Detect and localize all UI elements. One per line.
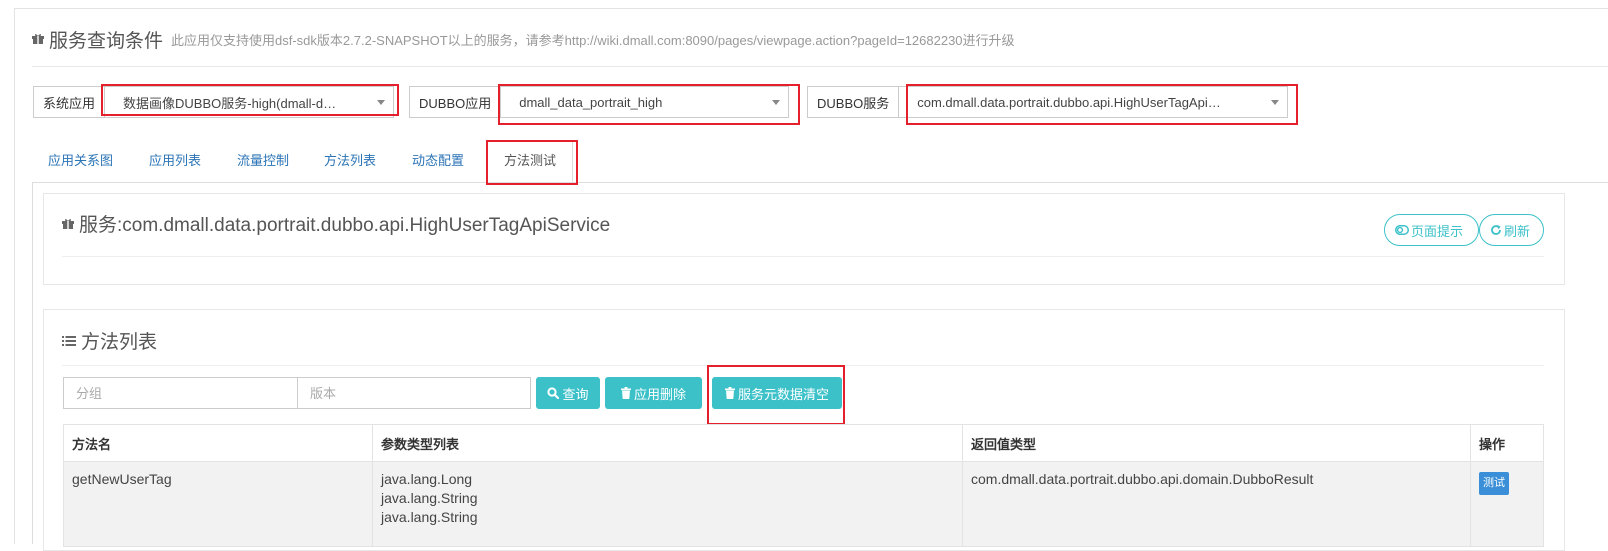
service-panel-title-row: 服务:com.dmall.data.portrait.dubbo.api.Hig… [62, 210, 610, 237]
chevron-down-icon [772, 100, 781, 105]
tab-flow-control[interactable]: 流量控制 [221, 140, 305, 182]
search-icon [547, 387, 560, 399]
page-hint-label: 页面提示 [1411, 223, 1464, 239]
tab-dynamic-config[interactable]: 动态配置 [396, 140, 480, 182]
chevron-down-icon [1271, 100, 1280, 105]
tab-app-list[interactable]: 应用列表 [133, 140, 217, 182]
clear-metadata-label: 服务元数据清空 [737, 386, 829, 402]
param-type: java.lang.String [381, 509, 478, 525]
tab-method-test[interactable]: 方法测试 [487, 140, 574, 182]
col-return-type: 返回值类型 [962, 424, 1471, 462]
dubbo-service-select-group: DUBBO服务 com.dmall.data.portrait.dubbo.ap… [807, 86, 1289, 118]
refresh-label: 刷新 [1504, 223, 1531, 239]
query-button[interactable]: 查询 [536, 377, 600, 409]
table-row: getNewUserTag java.lang.Long java.lang.S… [63, 461, 1544, 547]
query-label: 查询 [562, 386, 589, 402]
method-name-cell: getNewUserTag [63, 461, 373, 547]
trash-icon [724, 387, 735, 399]
app-delete-label: 应用删除 [633, 386, 686, 402]
test-button[interactable]: 测试 [1479, 472, 1509, 495]
tab-app-relation[interactable]: 应用关系图 [32, 140, 129, 182]
dubbo-service-value: com.dmall.data.portrait.dubbo.api.HighUs… [917, 94, 1221, 110]
service-panel-divider [62, 256, 1544, 257]
method-list-title-row: 方法列表 [62, 327, 157, 354]
service-title: 服务:com.dmall.data.portrait.dubbo.api.Hig… [79, 215, 611, 236]
refresh-button[interactable]: 刷新 [1479, 214, 1544, 246]
service-panel [43, 193, 1565, 285]
return-type-cell: com.dmall.data.portrait.dubbo.api.domain… [962, 461, 1471, 547]
list-icon [62, 335, 76, 346]
method-list-divider [62, 365, 1544, 366]
dubbo-app-select[interactable]: dmall_data_portrait_high [500, 86, 790, 118]
col-param-types: 参数类型列表 [372, 424, 963, 462]
page-title: 服务查询条件 [49, 30, 164, 52]
dubbo-app-label: DUBBO应用 [409, 86, 501, 118]
version-input[interactable] [297, 377, 531, 409]
dubbo-service-label: DUBBO服务 [807, 86, 899, 118]
group-input[interactable] [63, 377, 298, 409]
query-header: 服务查询条件 此应用仅支持使用dsf-sdk版本2.7.2-SNAPSHOT以上… [32, 26, 1015, 52]
refresh-icon [1491, 225, 1501, 235]
col-actions: 操作 [1470, 424, 1544, 462]
system-app-select[interactable]: 数据画像DUBBO服务-high(dmall-d… [104, 86, 395, 118]
actions-cell: 测试 [1470, 461, 1544, 547]
upgrade-note: 此应用仅支持使用dsf-sdk版本2.7.2-SNAPSHOT以上的服务，请参考… [171, 32, 1015, 48]
trash-icon [620, 387, 631, 399]
system-app-select-group: 系统应用 数据画像DUBBO服务-high(dmall-d… [33, 86, 395, 118]
chevron-down-icon [377, 100, 386, 105]
header-divider [32, 66, 1608, 67]
dubbo-app-value: dmall_data_portrait_high [519, 94, 663, 110]
col-method-name: 方法名 [63, 424, 373, 462]
system-app-value: 数据画像DUBBO服务-high(dmall-d… [123, 95, 337, 111]
param-type: java.lang.Long [381, 471, 473, 487]
method-table: 方法名 参数类型列表 返回值类型 操作 getNewUserTag java.l… [63, 424, 1544, 547]
tab-method-list[interactable]: 方法列表 [308, 140, 392, 182]
frame-top-border [14, 8, 1608, 9]
dubbo-app-select-group: DUBBO应用 dmall_data_portrait_high [409, 86, 790, 118]
param-types-cell: java.lang.Long java.lang.String java.lan… [372, 461, 963, 547]
gift-icon [32, 34, 44, 44]
method-list-title: 方法列表 [81, 332, 158, 353]
dubbo-service-select[interactable]: com.dmall.data.portrait.dubbo.api.HighUs… [898, 86, 1289, 118]
system-app-label: 系统应用 [33, 86, 105, 118]
page-hint-button[interactable]: 页面提示 [1384, 214, 1479, 246]
table-header-row: 方法名 参数类型列表 返回值类型 操作 [63, 424, 1544, 462]
tab-bar: 应用关系图 应用列表 流量控制 方法列表 动态配置 方法测试 [32, 140, 1608, 183]
gift-icon [62, 218, 74, 229]
param-type: java.lang.String [381, 490, 478, 506]
toggle-icon [1395, 225, 1409, 235]
clear-metadata-button[interactable]: 服务元数据清空 [712, 377, 842, 409]
frame-left-border [14, 8, 15, 544]
app-delete-button[interactable]: 应用删除 [605, 377, 702, 409]
